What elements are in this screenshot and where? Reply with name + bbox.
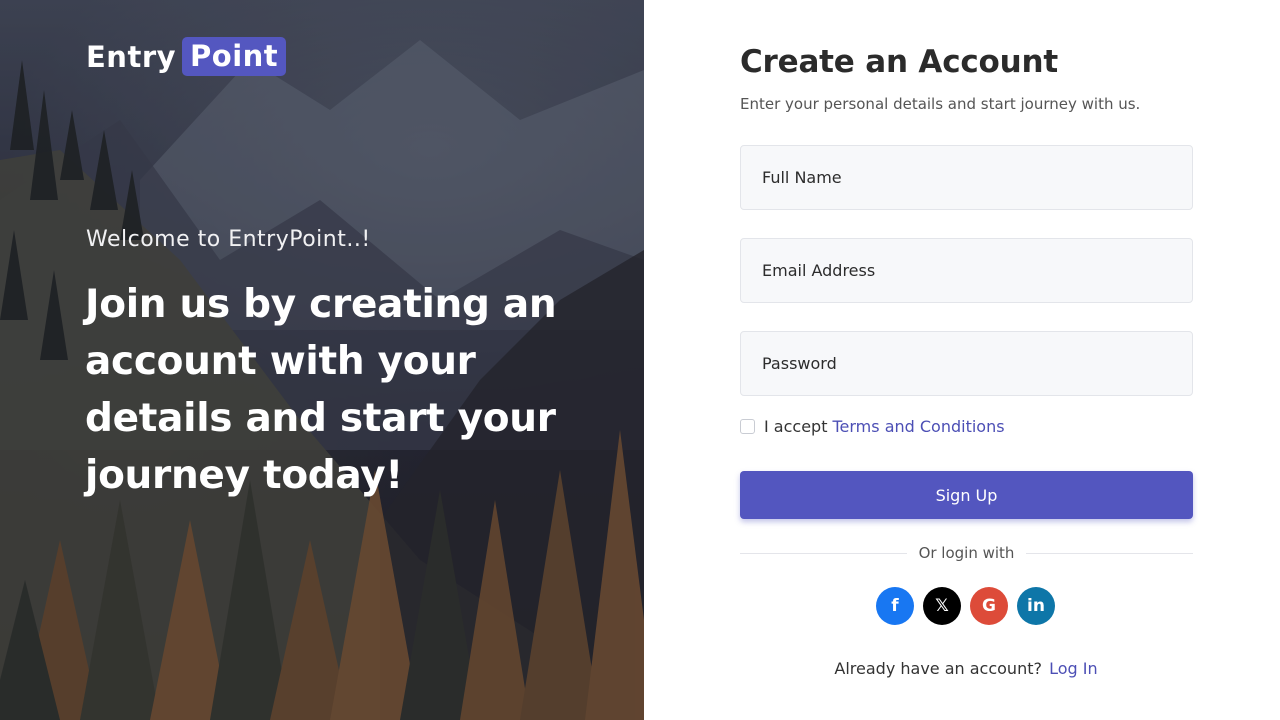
divider-line-left	[740, 552, 907, 554]
brand-logo-text: Entry	[86, 39, 177, 74]
page-subtitle: Enter your personal details and start jo…	[740, 95, 1141, 113]
x-icon[interactable]: 𝕏	[923, 587, 961, 625]
hero-panel: Entry Point Welcome to EntryPoint..! Joi…	[0, 0, 644, 720]
hero-headline: Join us by creating an account with your…	[85, 282, 557, 498]
google-icon[interactable]: G	[970, 587, 1008, 625]
password-field[interactable]	[740, 331, 1193, 396]
full-name-field[interactable]	[740, 145, 1193, 210]
terms-checkbox[interactable]	[740, 419, 755, 434]
log-in-link[interactable]: Log In	[1049, 659, 1098, 678]
email-field[interactable]	[740, 238, 1193, 303]
brand-logo[interactable]: Entry Point	[86, 37, 287, 76]
login-prompt: Already have an account?	[834, 659, 1042, 678]
login-prompt-row: Already have an account? Log In	[644, 659, 1280, 678]
welcome-text: Welcome to EntryPoint..!	[86, 227, 371, 252]
divider-text: Or login with	[918, 544, 1015, 562]
linkedin-icon[interactable]: in	[1017, 587, 1055, 625]
terms-link[interactable]: Terms and Conditions	[832, 417, 1004, 436]
sign-up-button[interactable]: Sign Up	[740, 471, 1193, 519]
terms-row: I accept Terms and Conditions	[740, 417, 1005, 436]
signup-form-panel: Create an Account Enter your personal de…	[644, 0, 1280, 720]
brand-logo-highlight: Point	[182, 37, 287, 76]
page-title: Create an Account	[740, 44, 1058, 80]
divider-line-right	[1026, 552, 1193, 554]
facebook-icon[interactable]: f	[876, 587, 914, 625]
divider: Or login with	[740, 543, 1193, 563]
social-login-buttons: f 𝕏 G in	[876, 587, 1055, 625]
terms-label: I accept	[764, 417, 828, 436]
